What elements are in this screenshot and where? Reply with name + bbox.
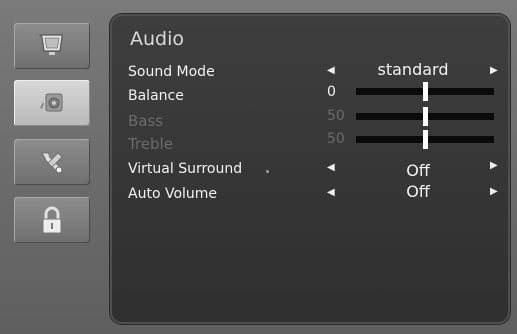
virtual-surround-value[interactable]: Off bbox=[378, 161, 458, 180]
lock-icon bbox=[42, 206, 62, 234]
balance-slider[interactable] bbox=[356, 82, 494, 101]
sound-mode-label: Sound Mode bbox=[128, 64, 215, 80]
page-title: Audio bbox=[130, 28, 185, 50]
sound-mode-left-arrow-icon[interactable]: ◀ bbox=[327, 65, 335, 76]
sound-mode-value[interactable]: standard bbox=[358, 60, 468, 79]
virtual-surround-label: Virtual Surround bbox=[128, 161, 243, 177]
bass-label: Bass bbox=[128, 112, 164, 130]
treble-label: Treble bbox=[128, 135, 173, 153]
treble-slider bbox=[356, 130, 494, 149]
separator-dot bbox=[266, 170, 269, 173]
treble-value: 50 bbox=[327, 131, 345, 147]
sidebar-item-setup[interactable] bbox=[14, 139, 90, 185]
sidebar-item-lock[interactable] bbox=[14, 197, 90, 243]
sidebar-item-audio[interactable] bbox=[14, 80, 90, 126]
tv-osd-menu: Audio Sound Mode ◀ standard ▶ Balance 0 … bbox=[0, 0, 517, 334]
virtual-surround-right-arrow-icon[interactable]: ▶ bbox=[490, 160, 498, 171]
balance-label: Balance bbox=[128, 88, 184, 104]
tv-icon bbox=[38, 34, 63, 55]
audio-settings-panel: Audio Sound Mode ◀ standard ▶ Balance 0 … bbox=[110, 14, 510, 324]
sound-mode-right-arrow-icon[interactable]: ▶ bbox=[490, 65, 498, 76]
treble-slider-knob bbox=[423, 130, 428, 149]
virtual-surround-left-arrow-icon[interactable]: ◀ bbox=[327, 162, 335, 173]
audio-speaker-icon bbox=[40, 93, 63, 112]
auto-volume-right-arrow-icon[interactable]: ▶ bbox=[490, 186, 498, 197]
auto-volume-left-arrow-icon[interactable]: ◀ bbox=[327, 187, 335, 198]
sidebar-item-picture[interactable] bbox=[14, 23, 90, 69]
balance-slider-knob[interactable] bbox=[423, 82, 428, 101]
balance-value: 0 bbox=[327, 84, 336, 100]
auto-volume-value[interactable]: Off bbox=[378, 182, 458, 201]
tools-icon bbox=[41, 152, 63, 174]
bass-value: 50 bbox=[327, 108, 345, 124]
auto-volume-label: Auto Volume bbox=[128, 186, 218, 202]
bass-slider-knob bbox=[423, 107, 428, 126]
bass-slider bbox=[356, 107, 494, 126]
